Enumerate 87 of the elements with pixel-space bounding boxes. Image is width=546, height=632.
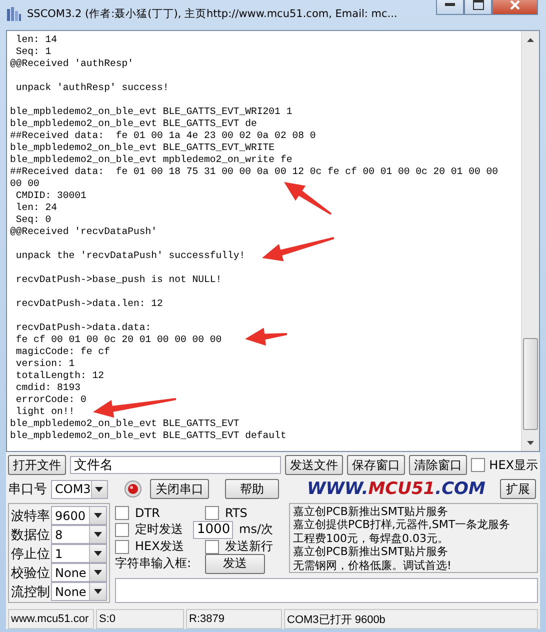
setting-select[interactable]: None (51, 563, 107, 582)
port-select[interactable]: COM3 (51, 480, 108, 498)
setting-label: 流控制 (11, 584, 49, 600)
log-line: unpack the 'recvDataPush' successfully! (14, 249, 246, 262)
annotation-arrow (245, 328, 288, 346)
log-line: ble_mpbledemo2_on_ble_evt BLE_GATTS_EVT de (10, 118, 257, 130)
file-name-field[interactable]: 文件名 (70, 456, 282, 474)
checkbox[interactable] (115, 506, 129, 520)
interval-field[interactable]: 1000 (193, 520, 233, 538)
send-button[interactable]: 发送 (205, 554, 265, 574)
log-line: recvDatPush->data.data: (14, 321, 152, 334)
log-line: ble_mpbledemo2_on_ble_evt BLE_GATTS_EVT default (10, 430, 286, 442)
checkbox-label: 发送新行 (225, 538, 273, 555)
log-line: ble_mpbledemo2_on_ble_evt BLE_GATTS_EVT_WRITE (10, 142, 275, 154)
scrollbar[interactable] (521, 31, 539, 451)
maximize-button[interactable] (464, 0, 492, 15)
checkbox-label: HEX发送 (135, 538, 184, 555)
log-line: totalLength: 12 (14, 370, 104, 382)
log-line: light on!! (14, 406, 75, 418)
checkbox-label: 定时发送 (135, 521, 183, 538)
port-label: 串口号 (8, 481, 47, 498)
ad-text: 嘉立创PCB新推出SMT贴片服务 (293, 505, 450, 518)
window-title: SSCOM3.2 (作者:聂小猛(丁丁), 主页http://www.mcu51.com, Email: mc... (27, 7, 398, 21)
log-line: len: 24 (14, 202, 58, 214)
log-line: recvDatPush->data.len: 12 (14, 297, 163, 310)
setting-select[interactable]: 1 (51, 544, 107, 563)
expand-button[interactable]: 扩展 (500, 479, 536, 499)
close-icon (510, 0, 520, 10)
status-cell: COM3已打开 9600b (284, 609, 538, 629)
log-line: cmdid: 8193 (14, 382, 81, 394)
checkbox[interactable] (205, 506, 219, 520)
input-label: 字符串输入框: (115, 555, 192, 572)
toolbar-button[interactable]: 清除窗口 (409, 455, 468, 475)
log-line: CMDID: 30001 (14, 190, 86, 202)
toolbar-button[interactable]: 保存窗口 (347, 455, 406, 475)
website-logo[interactable]: WWW.MCU51.COM (307, 479, 486, 499)
ad-text: 嘉立创提供PCB打样,元器件,SMT一条龙服务 (293, 518, 512, 532)
log-line: unpack 'authResp' success! (14, 81, 169, 94)
setting-label: 校验位 (11, 564, 49, 582)
log-line: len: 14 (14, 34, 58, 46)
log-line: ##Received data: fe 01 00 18 75 31 00 00 0a 00 12 0c fe cf 00 01 00 0c 20 01 00 00 (10, 166, 498, 178)
log-line: @@Received 'authResp' (10, 58, 134, 70)
minimize-button[interactable] (436, 0, 464, 15)
open-file-button[interactable]: 打开文件 (8, 455, 66, 475)
log-line: ble_mpbledemo2_on_ble_evt BLE_GATTS_EVT_WRI201 1 (10, 105, 292, 118)
checkbox[interactable] (115, 522, 129, 536)
log-line: recvDatPush->base_push is not NULL! (14, 273, 222, 286)
ad-text: 无需钢网，价格低廉。调试首选! (293, 558, 452, 572)
log-line: 00 00 (10, 178, 40, 190)
toolbar-button[interactable]: 发送文件 (285, 455, 344, 475)
log-line: Seq: 0 (14, 214, 52, 226)
log-line: ##Received data: fe 01 00 1a 4e 23 00 02 0a 02 08 0 (10, 130, 316, 142)
log-line: magicCode: fe cf (14, 346, 110, 358)
ad-text: 嘉立创PCB新推出SMT贴片服务 (293, 545, 450, 559)
app-icon (6, 6, 22, 22)
checkbox-label: RTS (225, 506, 248, 520)
setting-select[interactable]: 8 (51, 525, 107, 544)
checkbox[interactable] (471, 458, 486, 472)
checkbox[interactable] (115, 540, 129, 554)
setting-select[interactable]: None (51, 582, 107, 601)
log-line: ble_mpbledemo2_on_ble_evt mpbledemo2_on_write fe (10, 154, 292, 166)
close-port-button[interactable]: 关闭串口 (150, 479, 209, 499)
help-button[interactable]: 帮助 (225, 479, 279, 499)
scrollbar-thumb[interactable] (523, 338, 538, 430)
checkbox-label: DTR (135, 506, 160, 520)
setting-label: 停止位 (11, 546, 49, 562)
checkbox-label: HEX显示 (489, 456, 538, 474)
status-cell: R:3879 (186, 609, 282, 629)
minimize-icon (445, 2, 455, 6)
setting-label: 波特率 (11, 508, 49, 524)
maximize-icon (472, 0, 484, 10)
setting-select[interactable]: 9600 (51, 506, 107, 525)
setting-label: 数据位 (11, 526, 49, 544)
log-line: version: 1 (14, 358, 75, 370)
close-button[interactable] (492, 0, 538, 15)
checkbox[interactable] (205, 540, 219, 554)
ad-text: 工程费100元，每焊盘0.03元。 (293, 532, 450, 546)
log-line: errorCode: 0 (14, 394, 86, 406)
interval-unit: ms/次 (239, 521, 273, 538)
string-input-field[interactable] (115, 578, 538, 603)
status-cell: www.mcu51.cor (8, 609, 94, 629)
log-line: ble_mpbledemo2_on_ble_evt BLE_GATTS_EVT (10, 418, 240, 430)
log-line: Seq: 1 (14, 46, 52, 58)
log-line: fe cf 00 01 00 0c 20 01 00 00 00 00 (14, 334, 222, 346)
status-cell: S:0 (96, 609, 184, 629)
log-line: @@Received 'recvDataPush' (10, 226, 157, 238)
annotation-arrow (284, 182, 332, 215)
